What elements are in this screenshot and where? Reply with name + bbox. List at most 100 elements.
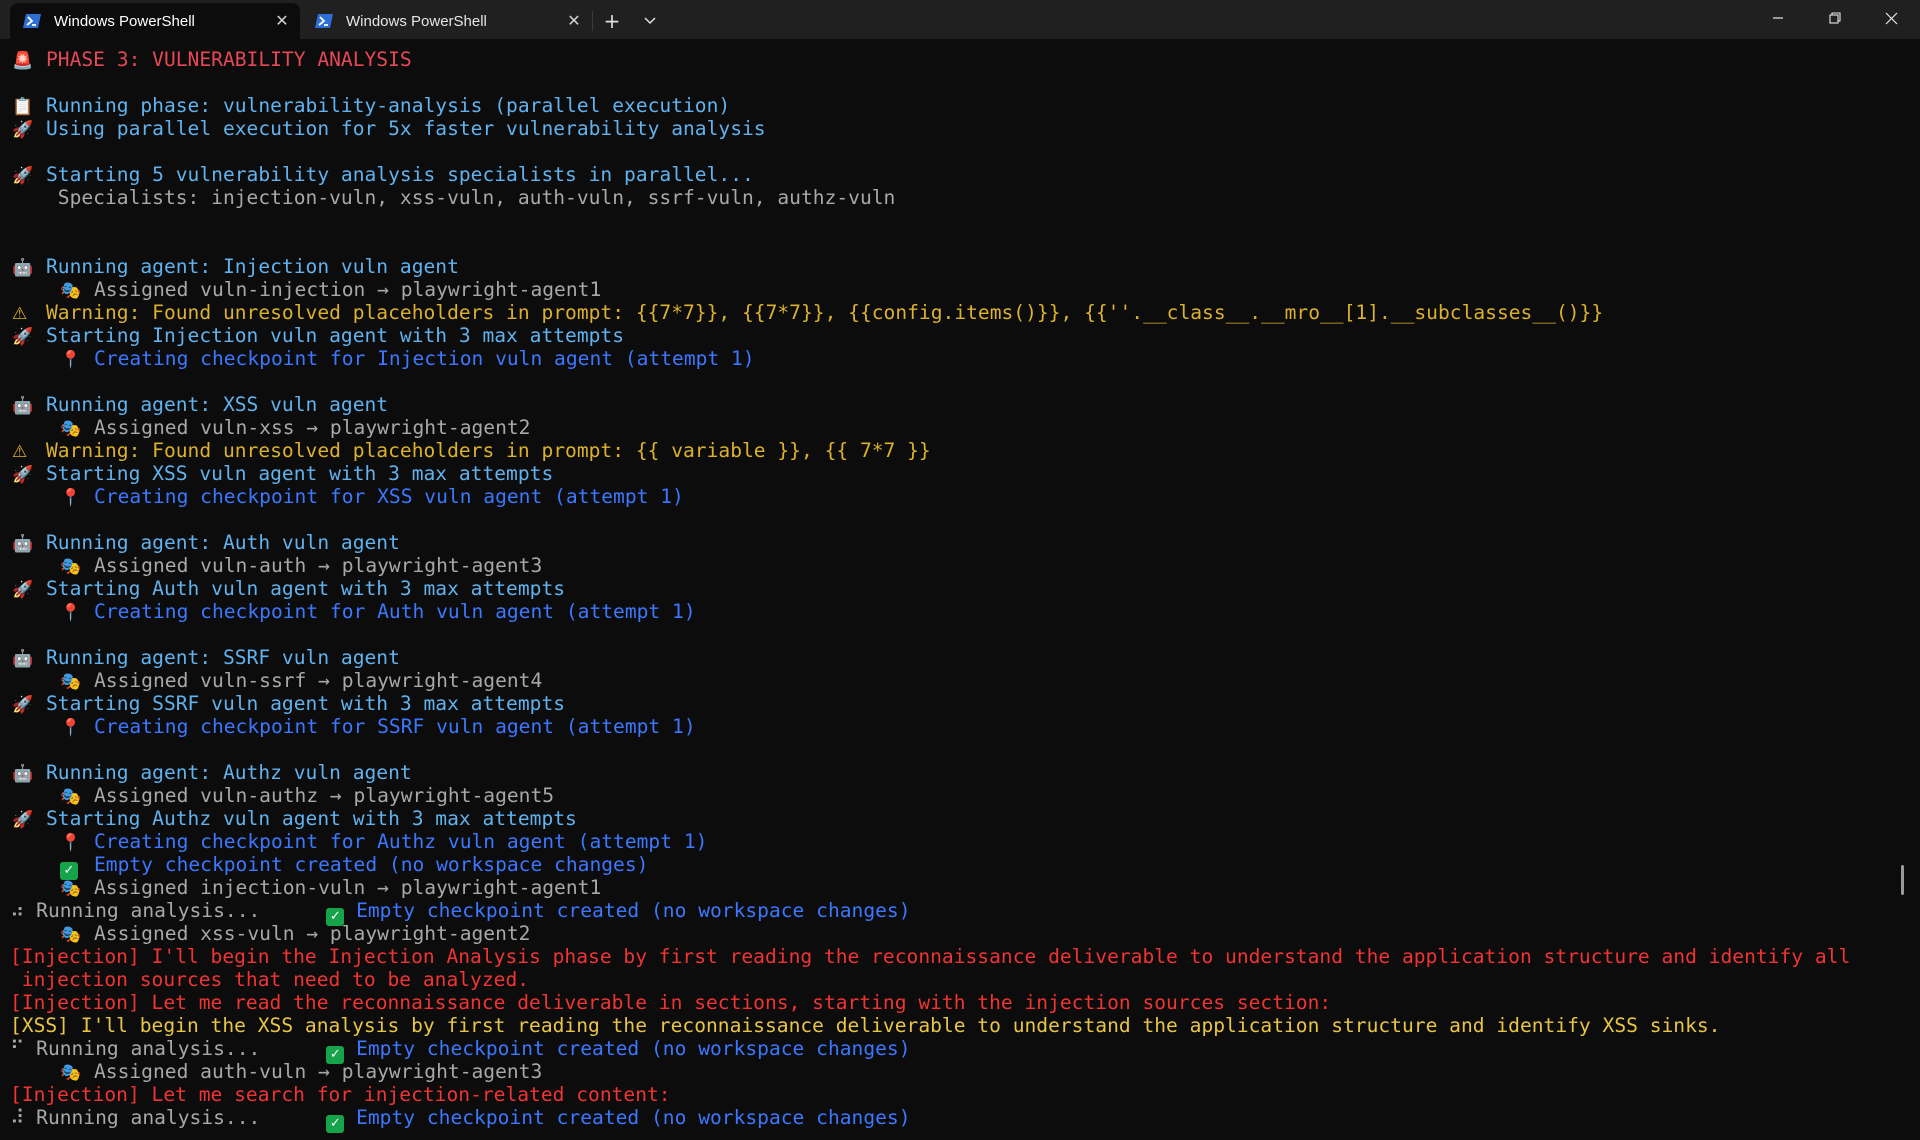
log-text: injection sources that need to be analyz… — [10, 968, 530, 991]
log-line: 🎭 Assigned vuln-xss → playwright-agent2 — [60, 416, 530, 439]
log-line: ⠋ Running analysis... ✓ Empty checkpoint … — [10, 1037, 911, 1064]
window-controls — [1749, 0, 1920, 36]
log-line: [Injection] Let me read the reconnaissan… — [10, 991, 1331, 1014]
log-text: Specialists: injection-vuln, xss-vuln, a… — [46, 186, 896, 209]
warning-icon: ⚠ — [12, 442, 28, 462]
log-text: Empty checkpoint created (no workspace c… — [356, 899, 911, 922]
theater-masks-icon: 🎭 — [60, 419, 82, 439]
log-line: 🤖 Running agent: SSRF vuln agent — [12, 646, 400, 669]
log-text: Assigned vuln-auth → playwright-agent3 — [94, 554, 543, 577]
log-text: Warning: Found unresolved placeholders i… — [46, 439, 931, 462]
log-line: 📋 Running phase: vulnerability-analysis (… — [12, 94, 730, 117]
log-text: Assigned injection-vuln → playwright-age… — [94, 876, 602, 899]
log-text: Assigned vuln-injection → playwright-age… — [94, 278, 602, 301]
log-text: Running agent: SSRF vuln agent — [46, 646, 400, 669]
log-text: [Injection] Let me read the reconnaissan… — [10, 991, 1332, 1014]
log-line: 📍 Creating checkpoint for Authz vuln agen… — [60, 830, 707, 853]
spinner-icon: ⠋ — [10, 1037, 25, 1060]
theater-masks-icon: 🎭 — [60, 1063, 82, 1083]
log-text: [Injection] I'll begin the Injection Ana… — [10, 945, 1851, 968]
theater-masks-icon: 🎭 — [60, 879, 82, 899]
log-text: Running agent: Injection vuln agent — [46, 255, 459, 278]
log-line: 📍 Creating checkpoint for Auth vuln agent… — [60, 600, 696, 623]
robot-icon: 🤖 — [12, 534, 34, 554]
log-line: [Injection] I'll begin the Injection Ana… — [10, 945, 1850, 968]
restore-icon — [1828, 12, 1841, 24]
new-tab-button[interactable]: + — [593, 3, 631, 39]
log-text: Creating checkpoint for XSS vuln agent (… — [94, 485, 684, 508]
theater-masks-icon: 🎭 — [60, 925, 82, 945]
log-line: ⚠ Warning: Found unresolved placeholders … — [12, 439, 931, 462]
robot-icon: 🤖 — [12, 649, 34, 669]
tab-label: Windows PowerShell — [54, 12, 195, 30]
log-text: Running agent: XSS vuln agent — [46, 393, 389, 416]
log-line: 🚀 Starting Auth vuln agent with 3 max att… — [12, 577, 565, 600]
scrollbar-thumb[interactable] — [1901, 865, 1904, 895]
spinner-icon: ⠴ — [10, 899, 25, 922]
powershell-icon — [315, 14, 333, 28]
pin-icon: 📍 — [60, 718, 82, 738]
restore-button[interactable] — [1806, 0, 1863, 36]
log-text: Running agent: Authz vuln agent — [46, 761, 412, 784]
log-line: Specialists: injection-vuln, xss-vuln, a… — [46, 186, 896, 209]
rocket-icon: 🚀 — [12, 166, 34, 186]
close-button[interactable] — [1863, 0, 1920, 36]
theater-masks-icon: 🎭 — [60, 672, 82, 692]
log-text: Warning: Found unresolved placeholders i… — [46, 301, 1604, 324]
log-line: 🚀 Starting SSRF vuln agent with 3 max att… — [12, 692, 565, 715]
log-text: Assigned xss-vuln → playwright-agent2 — [94, 922, 531, 945]
log-line: 🎭 Assigned auth-vuln → playwright-agent3 — [60, 1060, 542, 1083]
log-text: Empty checkpoint created (no workspace c… — [356, 1037, 911, 1060]
log-line: ⚠ Warning: Found unresolved placeholders … — [12, 301, 1603, 324]
rocket-icon: 🚀 — [12, 695, 34, 715]
check-box-icon: ✓ — [326, 1115, 345, 1133]
pin-icon: 📍 — [60, 603, 82, 623]
theater-masks-icon: 🎭 — [60, 557, 82, 577]
log-text: Creating checkpoint for Auth vuln agent … — [94, 600, 696, 623]
rocket-icon: 🚀 — [12, 120, 34, 140]
minimize-icon — [1772, 17, 1783, 19]
clipboard-icon: 📋 — [12, 97, 34, 117]
log-line: 🤖 Running agent: Authz vuln agent — [12, 761, 412, 784]
terminal-output[interactable]: 🚨 PHASE 3: VULNERABILITY ANALYSIS 📋 Runnin… — [0, 39, 1908, 1140]
spinner-icon: ⠼ — [10, 1106, 25, 1129]
log-line: 🚀 Starting 5 vulnerability analysis speci… — [12, 163, 754, 186]
pin-icon: 📍 — [60, 488, 82, 508]
log-line: 🚀 Starting Authz vuln agent with 3 max at… — [12, 807, 577, 830]
log-text: Starting 5 vulnerability analysis specia… — [46, 163, 754, 186]
log-line: 🎭 Assigned injection-vuln → playwright-ag… — [60, 876, 601, 899]
log-text: Empty checkpoint created (no workspace c… — [356, 1106, 911, 1129]
running-analysis-text: Running analysis... — [36, 1106, 261, 1129]
log-line: 🤖 Running agent: Injection vuln agent — [12, 255, 459, 278]
log-line: 📍 Creating checkpoint for SSRF vuln agent… — [60, 715, 696, 738]
tab-windows-powershell-1[interactable]: Windows PowerShell ✕ — [10, 3, 300, 39]
tab-close-icon[interactable]: ✕ — [264, 7, 300, 35]
log-line: 🎭 Assigned vuln-auth → playwright-agent3 — [60, 554, 542, 577]
tab-close-icon[interactable]: ✕ — [556, 7, 592, 35]
log-line: 🚀 Starting XSS vuln agent with 3 max atte… — [12, 462, 553, 485]
log-text: Empty checkpoint created (no workspace c… — [94, 853, 649, 876]
tab-label: Windows PowerShell — [346, 12, 487, 30]
log-text: Starting Authz vuln agent with 3 max att… — [46, 807, 577, 830]
log-text: Running agent: Auth vuln agent — [46, 531, 400, 554]
tab-windows-powershell-2[interactable]: Windows PowerShell ✕ — [302, 3, 592, 39]
rocket-icon: 🚀 — [12, 580, 34, 600]
log-text: Assigned auth-vuln → playwright-agent3 — [94, 1060, 543, 1083]
log-line: ⠼ Running analysis... ✓ Empty checkpoint … — [10, 1106, 911, 1133]
log-text: Assigned vuln-ssrf → playwright-agent4 — [94, 669, 543, 692]
log-line: 📍 Creating checkpoint for Injection vuln … — [60, 347, 755, 370]
minimize-button[interactable] — [1749, 0, 1806, 36]
log-text: Starting SSRF vuln agent with 3 max atte… — [46, 692, 566, 715]
title-bar: Windows PowerShell ✕ Windows PowerShell … — [0, 0, 1920, 39]
theater-masks-icon: 🎭 — [60, 787, 82, 807]
log-text: Starting XSS vuln agent with 3 max attem… — [46, 462, 554, 485]
tab-dropdown-button[interactable] — [631, 3, 669, 39]
log-line: 🤖 Running agent: Auth vuln agent — [12, 531, 400, 554]
log-text: Creating checkpoint for Injection vuln a… — [94, 347, 755, 370]
alarm-light-icon: 🚨 — [12, 51, 34, 71]
log-text: Assigned vuln-xss → playwright-agent2 — [94, 416, 531, 439]
log-text: PHASE 3: VULNERABILITY ANALYSIS — [46, 48, 412, 71]
rocket-icon: 🚀 — [12, 810, 34, 830]
log-line: 📍 Creating checkpoint for XSS vuln agent … — [60, 485, 684, 508]
rocket-icon: 🚀 — [12, 327, 34, 347]
